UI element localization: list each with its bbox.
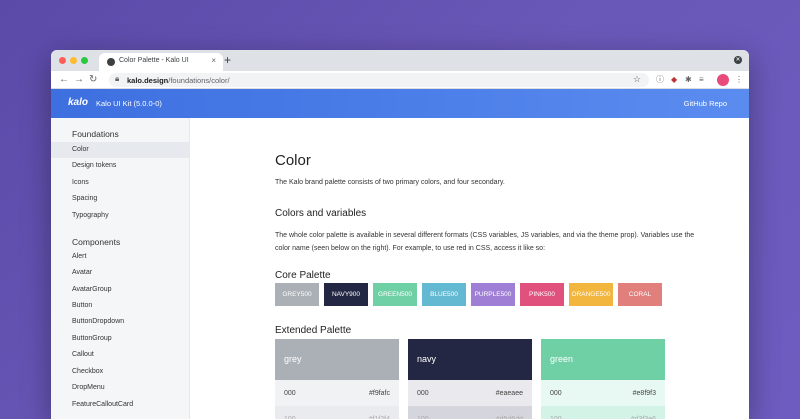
extended-card-grey: grey 000 #f9fafc 100 #f1f2f4	[275, 339, 399, 419]
core-palette-heading: Core Palette	[275, 270, 331, 281]
github-repo-link[interactable]: GitHub Repo	[684, 99, 727, 108]
close-window-button[interactable]	[59, 57, 66, 64]
shade-hex: #e8f9f3	[632, 389, 656, 397]
kalo-logo[interactable]: kalo	[68, 97, 88, 108]
sidebar-item-checkbox[interactable]: Checkbox	[51, 364, 190, 380]
sidebar-item-button[interactable]: Button	[51, 298, 190, 314]
url-text: kalo.design/foundations/color/	[127, 76, 230, 85]
shade-hex: #f1f2f4	[368, 415, 390, 419]
back-arrow-icon[interactable]: ←	[59, 73, 69, 87]
menu-dots-icon[interactable]: ⋮	[735, 74, 743, 86]
shade-row[interactable]: 100 #f1f2f4	[275, 406, 399, 419]
shade-hex: #d5d6dd	[495, 415, 523, 419]
extension-icon[interactable]: ◆	[671, 74, 677, 86]
kit-version: Kalo UI Kit (5.0.0-0)	[96, 99, 162, 108]
sidebar-item-avatar[interactable]: Avatar	[51, 265, 190, 281]
sidebar-item-color[interactable]: Color	[51, 142, 190, 158]
sidebar-item-buttongroup[interactable]: ButtonGroup	[51, 331, 190, 347]
shade-number: 100	[550, 415, 562, 419]
shade-row[interactable]: 000 #f9fafc	[275, 380, 399, 406]
url-host: kalo.design	[127, 76, 169, 85]
shade-row[interactable]: 000 #eaeaee	[408, 380, 532, 406]
extended-palette-heading: Extended Palette	[275, 325, 352, 336]
extended-card-green: green 000 #e8f9f3 100 #d3f3e6	[541, 339, 665, 419]
media-icon[interactable]: ≡	[699, 74, 704, 86]
shade-row[interactable]: 100 #d5d6dd	[408, 406, 532, 419]
forward-arrow-icon[interactable]: →	[74, 73, 84, 87]
tab-close-icon[interactable]: ×	[211, 56, 216, 65]
sidebar: Foundations Color Design tokens Icons Sp…	[51, 118, 190, 419]
foundations-heading: Foundations	[72, 129, 119, 139]
sidebar-item-design-tokens[interactable]: Design tokens	[51, 158, 190, 174]
browser-toolbar: ← → ↻ 🔒︎ kalo.design/foundations/color/ …	[51, 71, 749, 89]
core-swatch-grey500[interactable]: GREY500	[275, 283, 319, 306]
core-swatch-navy900[interactable]: NAVY900	[324, 283, 368, 306]
bookmark-star-icon[interactable]: ☆	[633, 74, 641, 85]
sidebar-item-dropmenu[interactable]: DropMenu	[51, 380, 190, 396]
sidebar-item-buttondropdown[interactable]: ButtonDropdown	[51, 314, 190, 330]
shade-number: 000	[284, 389, 296, 397]
sidebar-item-avatargroup[interactable]: AvatarGroup	[51, 282, 190, 298]
maximize-window-button[interactable]	[81, 57, 88, 64]
sidebar-item-featurecalloutcard[interactable]: FeatureCalloutCard	[51, 397, 190, 413]
sidebar-item-alert[interactable]: Alert	[51, 249, 190, 265]
extended-card-title: navy	[408, 339, 532, 380]
browser-tab[interactable]: Color Palette - Kalo UI ×	[99, 53, 223, 71]
extended-card-title: green	[541, 339, 665, 380]
shade-number: 100	[284, 415, 296, 419]
url-path: /foundations/color/	[168, 76, 230, 85]
shade-row[interactable]: 000 #e8f9f3	[541, 380, 665, 406]
reload-icon[interactable]: ↻	[89, 73, 97, 87]
sidebar-item-icons[interactable]: Icons	[51, 175, 190, 191]
core-swatch-purple500[interactable]: PURPLE500	[471, 283, 515, 306]
core-swatch-coral[interactable]: CORAL	[618, 283, 662, 306]
components-heading: Components	[72, 237, 121, 247]
shade-number: 000	[417, 389, 429, 397]
new-tab-button[interactable]: +	[224, 53, 231, 67]
minimize-window-button[interactable]	[70, 57, 77, 64]
colors-variables-text: The whole color palette is available in …	[275, 232, 695, 252]
address-bar[interactable]: 🔒︎ kalo.design/foundations/color/ ☆	[109, 73, 649, 87]
shade-hex: #f9fafc	[368, 389, 390, 397]
sidebar-item-spacing[interactable]: Spacing	[51, 191, 190, 207]
tab-title: Color Palette - Kalo UI	[119, 57, 189, 64]
sidebar-item-callout[interactable]: Callout	[51, 347, 190, 363]
main-content: Color The Kalo brand palette consists of…	[191, 118, 749, 419]
shade-row[interactable]: 100 #d3f3e6	[541, 406, 665, 419]
kalo-favicon-icon	[107, 58, 115, 66]
extended-card-title: grey	[275, 339, 399, 380]
lock-icon: 🔒︎	[115, 74, 120, 83]
close-icon[interactable]: ✕	[734, 56, 742, 64]
shade-number: 000	[550, 389, 562, 397]
tab-strip: Color Palette - Kalo UI × + ✕	[51, 50, 749, 71]
extended-card-navy: navy 000 #eaeaee 100 #d5d6dd	[408, 339, 532, 419]
app-header: kalo Kalo UI Kit (5.0.0-0) GitHub Repo	[51, 89, 749, 118]
shade-hex: #d3f3e6	[630, 415, 656, 419]
page-title: Color	[275, 152, 311, 169]
profile-avatar[interactable]	[717, 74, 729, 86]
core-swatch-blue500[interactable]: BLUE500	[422, 283, 466, 306]
intro-text: The Kalo brand palette consists of two p…	[275, 179, 505, 186]
browser-window: Color Palette - Kalo UI × + ✕ ← → ↻ 🔒︎ k…	[51, 50, 749, 419]
core-swatch-orange500[interactable]: ORANGE500	[569, 283, 613, 306]
puzzle-icon[interactable]: ✱	[685, 74, 692, 86]
core-swatch-pink500[interactable]: PINK500	[520, 283, 564, 306]
shade-number: 100	[417, 415, 429, 419]
info-icon[interactable]: ⓘ	[656, 74, 664, 86]
sidebar-item-typography[interactable]: Typography	[51, 208, 190, 224]
core-swatch-green500[interactable]: GREEN500	[373, 283, 417, 306]
colors-variables-heading: Colors and variables	[275, 208, 367, 219]
shade-hex: #eaeaee	[495, 389, 523, 397]
